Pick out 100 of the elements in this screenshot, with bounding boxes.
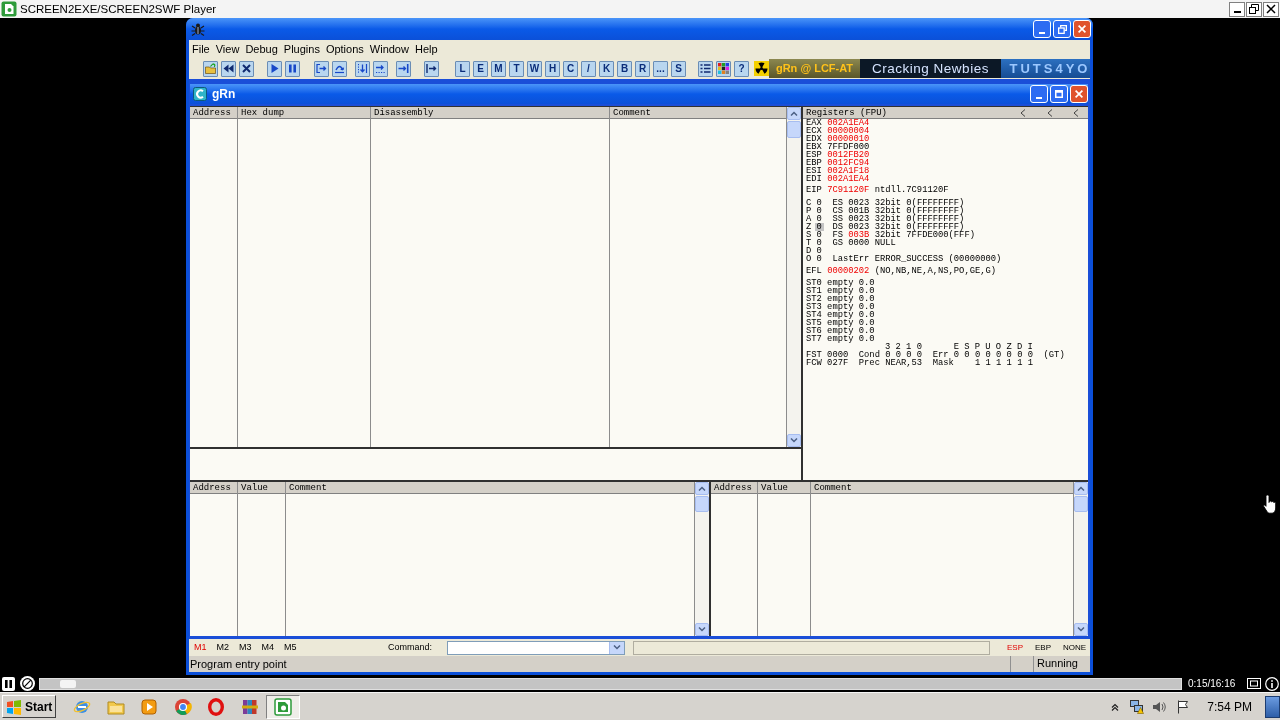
flag-bit[interactable]: 0 [814, 199, 824, 207]
scroll-up-button[interactable] [1074, 482, 1088, 495]
bookmark-tab[interactable]: M4 [261, 642, 275, 653]
flag-bit[interactable]: 0 [814, 255, 824, 263]
banner-logo[interactable]: Cracking Newbies [860, 59, 1001, 78]
toolbar-button[interactable] [239, 60, 254, 77]
toolbar-button[interactable]: T [509, 60, 524, 77]
toolbar-button[interactable]: B [617, 60, 632, 77]
minimize-button[interactable] [1229, 1, 1245, 17]
toolbar-button[interactable]: K [599, 60, 614, 77]
clock[interactable]: 7:54 PM [1207, 699, 1252, 714]
stack-mode-option[interactable]: ESP [1007, 642, 1024, 653]
flag-bit[interactable]: 0 [814, 207, 824, 215]
toolbar-button[interactable]: W [527, 60, 542, 77]
scroll-down-button[interactable] [787, 434, 801, 447]
toolbar-button[interactable] [267, 60, 282, 77]
scroll-down-button[interactable] [1074, 623, 1088, 636]
start-button[interactable]: Start [2, 695, 57, 718]
toolbar-button[interactable] [698, 60, 713, 77]
bookmark-tab[interactable]: M3 [239, 642, 252, 653]
register-value: 00000202 [827, 267, 870, 275]
command-field[interactable] [447, 640, 625, 655]
toolbar-button[interactable] [373, 60, 388, 77]
toolbar-button[interactable]: R [635, 60, 650, 77]
progress-thumb[interactable] [60, 679, 77, 688]
scrollbar[interactable] [695, 482, 709, 636]
toolbar-button[interactable]: S [671, 60, 686, 77]
column-header[interactable]: Comment [811, 482, 855, 493]
stack-mode-option[interactable]: EBP [1035, 642, 1052, 653]
chevron-left-icon[interactable] [1073, 108, 1079, 117]
fpu-status-text: FST 0000 Cond 0 0 0 0 Err 0 0 0 0 0 0 0 0 (GT) [806, 351, 1065, 359]
screen-frame-icon[interactable] [1247, 678, 1261, 689]
flag-icon[interactable] [1176, 699, 1191, 714]
fpu-register-text: ST3 empty 0.0 [806, 303, 875, 311]
banner-logo[interactable]: TUTS4YO [1001, 59, 1090, 78]
close-button[interactable] [1263, 1, 1279, 17]
segment-selector: 0023 [848, 223, 870, 231]
stack-mode-option[interactable]: NONE [1063, 642, 1087, 653]
scroll-down-button[interactable] [695, 623, 709, 636]
scrollbar-thumb[interactable] [695, 496, 709, 512]
show-desktop-button[interactable] [1265, 695, 1280, 718]
chevron-up-icon[interactable] [1111, 702, 1120, 711]
toolbar-button[interactable]: ? [734, 60, 749, 77]
bookmark-tab[interactable]: M2 [216, 642, 230, 653]
toolbar-button[interactable]: H [545, 60, 560, 77]
bookmark-tab[interactable]: M1 [194, 642, 207, 653]
taskbar-button[interactable] [266, 694, 300, 719]
toolbar-button[interactable] [424, 60, 439, 77]
menu-item[interactable]: Options [322, 41, 367, 57]
toolbar-button[interactable] [332, 60, 347, 77]
menu-item[interactable]: View [212, 41, 243, 57]
segment-info: 32bit 0(FFFFFFFF) [874, 215, 965, 223]
flag-bit[interactable]: 0 [814, 231, 824, 239]
flag-bit[interactable]: 0 [814, 239, 824, 247]
menu-item[interactable]: File [189, 41, 213, 57]
menu-item[interactable]: Help [411, 41, 441, 57]
flag-bit[interactable]: 0 [814, 215, 824, 223]
network-icon[interactable] [1130, 699, 1145, 714]
toolbar-button[interactable]: L [455, 60, 470, 77]
chevron-left-icon[interactable] [1047, 108, 1053, 117]
toolbar-button[interactable]: ... [653, 60, 668, 77]
scrollbar[interactable] [1074, 482, 1088, 636]
pause-button[interactable] [2, 676, 15, 691]
menu-item[interactable]: Window [366, 41, 412, 57]
toolbar-button[interactable]: / [581, 60, 596, 77]
speaker-icon[interactable] [1152, 699, 1167, 714]
toolbar-button[interactable] [314, 60, 329, 77]
pane-title: Registers (FPU) [805, 107, 888, 118]
toolbar-button[interactable] [285, 60, 300, 77]
toolbar-button[interactable] [355, 60, 370, 77]
segment-selector: 0023 [848, 215, 870, 223]
maximize-button[interactable] [1050, 85, 1068, 103]
toolbar-button[interactable]: E [473, 60, 488, 77]
mute-button[interactable] [20, 676, 35, 691]
chevron-left-icon[interactable] [1020, 108, 1026, 117]
info-icon[interactable] [1265, 676, 1279, 691]
color-grid-icon [718, 63, 729, 74]
toolbar-button[interactable] [396, 60, 411, 77]
menu-item[interactable]: Plugins [280, 41, 323, 57]
column-header[interactable]: Comment [286, 482, 330, 493]
flag-bit[interactable]: 0 [814, 247, 824, 255]
scroll-up-button[interactable] [787, 107, 801, 120]
scroll-up-button[interactable] [695, 482, 709, 495]
scrollbar-thumb[interactable] [1074, 496, 1088, 512]
minimize-icon [1233, 11, 1241, 13]
menu-item[interactable]: Debug [242, 41, 281, 57]
scrollbar-thumb[interactable] [787, 121, 801, 138]
toolbar-button[interactable]: M [491, 60, 506, 77]
column-header[interactable]: Address [711, 482, 755, 493]
register-name: EDX [806, 135, 822, 143]
toolbar-button[interactable]: C [563, 60, 578, 77]
dropdown-button[interactable] [609, 641, 624, 654]
restore-button[interactable] [1246, 1, 1262, 17]
scrollbar[interactable] [787, 107, 801, 447]
bar-arrow-icon [426, 63, 437, 74]
bookmark-tab[interactable]: M5 [284, 642, 297, 653]
toolbar-button[interactable] [716, 60, 731, 77]
flag-bit[interactable]: 0 [814, 223, 824, 231]
toolbar-button[interactable] [221, 60, 236, 77]
segment-info: NULL [874, 239, 896, 247]
